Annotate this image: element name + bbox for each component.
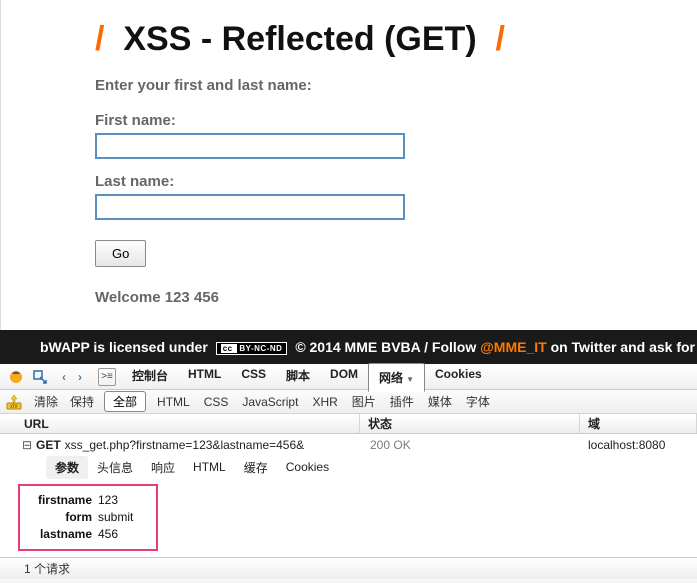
filter-font[interactable]: 字体 — [459, 390, 497, 413]
devtools-toolbar-2: xhr 清除 保持 全部 HTML CSS JavaScript XHR 图片 … — [0, 390, 697, 414]
devtools-panel: ‹ › >≡ 控制台 HTML CSS 脚本 DOM 网络▼ Cookies x… — [0, 364, 697, 579]
firebug-icon[interactable] — [8, 369, 24, 385]
devtools-toolbar-1: ‹ › >≡ 控制台 HTML CSS 脚本 DOM 网络▼ Cookies — [0, 364, 697, 390]
tab-css[interactable]: CSS — [231, 362, 276, 391]
tab-html[interactable]: HTML — [178, 362, 231, 391]
twitter-link[interactable]: @MME_IT — [480, 339, 547, 355]
cc-badge: BY-NC-ND — [216, 342, 288, 355]
firstname-input[interactable] — [95, 133, 405, 159]
go-button[interactable]: Go — [95, 240, 146, 267]
inspect-icon[interactable] — [32, 369, 48, 385]
col-status[interactable]: 状态 — [360, 414, 580, 433]
firstname-label: First name: — [95, 112, 697, 129]
param-value: 123 — [98, 492, 118, 509]
footer-prefix: bWAPP is licensed under — [40, 339, 212, 355]
footer-suffix: on Twitter and ask for — [551, 339, 695, 355]
slash-decor: / — [496, 20, 505, 58]
subtab-response[interactable]: 响应 — [142, 456, 184, 479]
request-method: GET — [36, 438, 61, 452]
tab-network[interactable]: 网络▼ — [368, 363, 425, 392]
intro-text: Enter your first and last name: — [95, 77, 697, 94]
param-value: 456 — [98, 526, 118, 543]
devtools-main-tabs: 控制台 HTML CSS 脚本 DOM 网络▼ Cookies — [122, 362, 693, 391]
footer-mid: © 2014 MME BVBA / Follow — [295, 339, 480, 355]
param-key: lastname — [28, 526, 98, 543]
nav-back-button[interactable]: ‹ — [56, 367, 72, 387]
subtab-html[interactable]: HTML — [184, 457, 235, 477]
param-key: firstname — [28, 492, 98, 509]
page-main: / XSS - Reflected (GET) / Enter your fir… — [0, 0, 697, 330]
request-row-wrap: ⊟ GET xss_get.php?firstname=123&lastname… — [0, 434, 697, 456]
firstname-field: First name: — [95, 112, 697, 159]
lastname-label: Last name: — [95, 173, 697, 190]
request-row[interactable]: ⊟ GET xss_get.php?firstname=123&lastname… — [0, 434, 697, 456]
filter-media[interactable]: 媒体 — [421, 390, 459, 413]
subtab-headers[interactable]: 头信息 — [88, 456, 142, 479]
svg-text:xhr: xhr — [10, 404, 18, 410]
xhr-break-icon[interactable]: xhr — [6, 394, 22, 410]
lastname-input[interactable] — [95, 194, 405, 220]
tab-console[interactable]: 控制台 — [122, 362, 178, 391]
param-value: submit — [98, 509, 133, 526]
subtab-cache[interactable]: 缓存 — [235, 456, 277, 479]
network-grid-header: URL 状态 域 — [0, 414, 697, 434]
filter-html[interactable]: HTML — [150, 392, 197, 412]
filter-plugin[interactable]: 插件 — [383, 390, 421, 413]
filter-img[interactable]: 图片 — [345, 390, 383, 413]
filter-js[interactable]: JavaScript — [235, 392, 305, 412]
tab-script[interactable]: 脚本 — [276, 362, 320, 391]
request-domain: localhost:8080 — [588, 438, 665, 452]
clear-button[interactable]: 清除 — [28, 390, 64, 413]
result-text: Welcome 123 456 — [95, 289, 697, 306]
subtab-cookies[interactable]: Cookies — [277, 457, 338, 477]
request-toggle-icon[interactable]: ⊟ — [22, 438, 32, 452]
chevron-down-icon: ▼ — [406, 375, 414, 384]
filter-css[interactable]: CSS — [197, 392, 236, 412]
tab-cookies[interactable]: Cookies — [425, 362, 492, 391]
request-status: 200 OK — [370, 438, 411, 452]
persist-button[interactable]: 保持 — [64, 390, 100, 413]
request-subtabs: 参数 头信息 响应 HTML 缓存 Cookies — [0, 456, 697, 478]
page-title: / XSS - Reflected (GET) / — [95, 20, 697, 59]
tab-dom[interactable]: DOM — [320, 362, 368, 391]
request-url: xss_get.php?firstname=123&lastname=456& — [65, 438, 305, 452]
param-row: lastname 456 — [28, 526, 148, 543]
param-row: firstname 123 — [28, 492, 148, 509]
filter-all-button[interactable]: 全部 — [104, 391, 146, 412]
filter-xhr[interactable]: XHR — [305, 392, 344, 412]
devtools-status-bar: 1 个请求 — [0, 557, 697, 579]
param-row: form submit — [28, 509, 148, 526]
title-text: XSS - Reflected (GET) — [123, 20, 476, 58]
lastname-field: Last name: — [95, 173, 697, 220]
subtab-params[interactable]: 参数 — [46, 456, 88, 479]
params-highlight-box: firstname 123 form submit lastname 456 — [18, 484, 158, 551]
col-domain[interactable]: 域 — [580, 414, 697, 433]
slash-decor: / — [95, 20, 104, 58]
nav-buttons: ‹ › — [56, 367, 88, 387]
command-line-button[interactable]: >≡ — [98, 368, 116, 386]
col-url[interactable]: URL — [0, 414, 360, 433]
param-key: form — [28, 509, 98, 526]
tab-network-label: 网络 — [379, 371, 403, 385]
footer-bar: bWAPP is licensed under BY-NC-ND © 2014 … — [0, 330, 697, 364]
nav-forward-button[interactable]: › — [72, 367, 88, 387]
